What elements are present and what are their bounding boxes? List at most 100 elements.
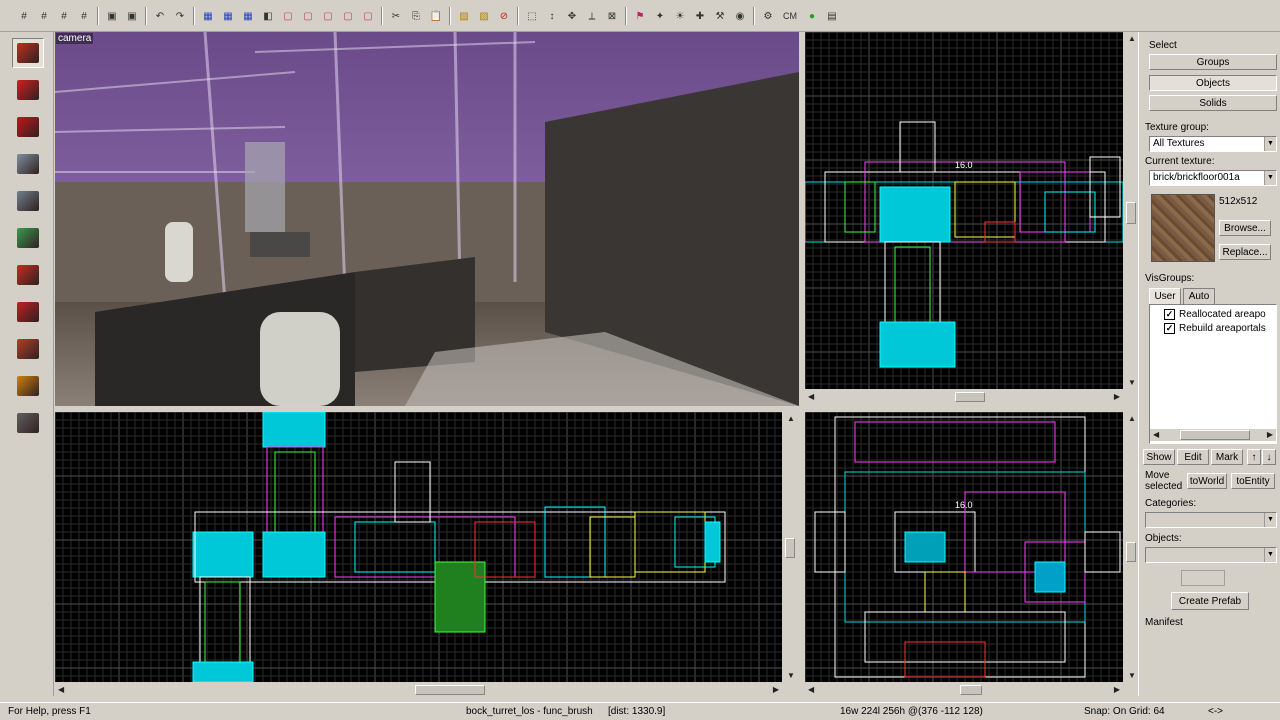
hide-icon[interactable]: ▢ xyxy=(340,8,356,24)
clip-tool-icon[interactable]: ✚ xyxy=(692,8,708,24)
current-texture-select[interactable]: brick/brickfloor001a ▼ xyxy=(1149,170,1277,186)
map-brush xyxy=(334,516,516,578)
top-right-2d-viewport[interactable]: 16.0 xyxy=(805,32,1123,389)
texture-lock-icon[interactable]: ▨ xyxy=(456,8,472,24)
bottom-left-vertical-scrollbar[interactable]: ▲ ▼ xyxy=(784,412,796,682)
select-label: Select xyxy=(1149,40,1177,51)
objects-select[interactable]: ▼ xyxy=(1145,547,1277,563)
carve-icon[interactable]: ▣ xyxy=(124,8,140,24)
redo-icon[interactable]: ↷ xyxy=(172,8,188,24)
bottom-left-2d-viewport[interactable] xyxy=(55,412,782,682)
sprite-icon[interactable]: ✦ xyxy=(652,8,668,24)
hide-icon[interactable]: ▢ xyxy=(280,8,296,24)
grid-icon[interactable]: # xyxy=(16,8,32,24)
grid-icon[interactable]: # xyxy=(56,8,72,24)
carve-icon[interactable]: ▣ xyxy=(104,8,120,24)
run-icon[interactable]: ● xyxy=(804,8,820,24)
grid-icon[interactable]: # xyxy=(36,8,52,24)
toolbar-separator xyxy=(97,7,99,25)
move-down-icon[interactable]: ↓ xyxy=(1262,449,1276,465)
manifest-icon[interactable]: ▤ xyxy=(824,8,840,24)
camera-viewport[interactable]: camera xyxy=(55,32,799,406)
bottom-left-horizontal-scrollbar[interactable]: ◀ ▶ xyxy=(55,684,782,696)
texture-lock-icon[interactable]: ▨ xyxy=(476,8,492,24)
visgroup-item[interactable]: ✓ Rebuild areaportals xyxy=(1164,323,1266,334)
solids-button[interactable]: Solids xyxy=(1149,95,1277,111)
texture-group-select[interactable]: All Textures ▼ xyxy=(1149,136,1277,152)
dropdown-arrow-icon: ▼ xyxy=(1264,513,1276,527)
hide-icon[interactable]: ▢ xyxy=(320,8,336,24)
cordon-icon[interactable]: ⊠ xyxy=(604,8,620,24)
flag-icon[interactable]: ⚑ xyxy=(632,8,648,24)
visgroups-horizontal-scrollbar[interactable]: ◀ ▶ xyxy=(1150,429,1276,441)
clip-icon[interactable]: ⟂ xyxy=(584,8,600,24)
settings-icon[interactable]: ⚙ xyxy=(760,8,776,24)
ungroup-icon[interactable]: ◧ xyxy=(260,8,276,24)
object-properties-panel: Select Groups Objects Solids Texture gro… xyxy=(1138,32,1280,696)
top-right-vertical-scrollbar[interactable]: ▲ ▼ xyxy=(1125,32,1137,389)
select-icon[interactable]: ⬚ xyxy=(524,8,540,24)
to-world-button[interactable]: toWorld xyxy=(1187,473,1227,489)
view-scale-label: 16.0 xyxy=(955,160,973,170)
categories-select[interactable]: ▼ xyxy=(1145,512,1277,528)
bottom-right-vertical-scrollbar[interactable]: ▲ ▼ xyxy=(1125,412,1137,682)
hide-icon[interactable]: ▢ xyxy=(300,8,316,24)
camera-render xyxy=(55,32,799,406)
arrow-icon[interactable]: ↕ xyxy=(544,8,560,24)
camera-view-label: camera xyxy=(56,33,94,44)
overlay-tool-icon[interactable] xyxy=(12,334,44,364)
magnify-tool-icon[interactable] xyxy=(12,75,44,105)
mark-button[interactable]: Mark xyxy=(1211,449,1243,465)
grid-icon[interactable]: # xyxy=(76,8,92,24)
bottom-right-horizontal-scrollbar[interactable]: ◀ ▶ xyxy=(805,684,1123,696)
vertex-tool-icon[interactable] xyxy=(12,408,44,438)
texture-tool-icon[interactable] xyxy=(12,223,44,253)
bottom-left-map-drawing xyxy=(55,412,782,682)
decal-tool-shape xyxy=(17,302,39,322)
replace-button[interactable]: Replace... xyxy=(1219,244,1271,260)
bottom-right-2d-viewport[interactable]: 16.0 xyxy=(805,412,1123,682)
map-brush xyxy=(262,412,326,448)
edit-button[interactable]: Edit xyxy=(1177,449,1209,465)
create-prefab-button[interactable]: Create Prefab xyxy=(1171,592,1249,610)
hammer-editor-window: # # # # ▣ ▣ ↶ ↷ ▦ ▦ ▦ ◧ ▢ ▢ ▢ ▢ ▢ ✂ ⎘ 📋 ▨ ▨ ⊘ ⬚ ↕ ✥ ⟂ ⊠ ⚑ ✦ ☀ ✚ ⚒ ◉ ⚙ CM ● ▤ xyxy=(0,0,1280,720)
texture-preview-thumbnail[interactable] xyxy=(1151,194,1215,262)
entity-tool-icon[interactable] xyxy=(12,149,44,179)
clipping-tool-icon[interactable] xyxy=(12,371,44,401)
map-brush xyxy=(192,531,254,578)
checkbox-checked-icon[interactable]: ✓ xyxy=(1164,309,1175,320)
top-right-horizontal-scrollbar[interactable]: ◀ ▶ xyxy=(805,391,1123,403)
apply-texture-icon[interactable] xyxy=(12,260,44,290)
cm-button[interactable]: CM xyxy=(780,8,800,24)
toolbar-separator xyxy=(193,7,195,25)
decal-tool-icon[interactable] xyxy=(12,297,44,327)
group-icon[interactable]: ▦ xyxy=(200,8,216,24)
hide-icon[interactable]: ▢ xyxy=(360,8,376,24)
block-tool-icon[interactable] xyxy=(12,186,44,216)
light-icon[interactable]: ☀ xyxy=(672,8,688,24)
tab-auto[interactable]: Auto xyxy=(1183,288,1215,304)
checkbox-checked-icon[interactable]: ✓ xyxy=(1164,323,1175,334)
cut-icon[interactable]: ✂ xyxy=(388,8,404,24)
group-icon[interactable]: ▦ xyxy=(240,8,256,24)
visgroup-item[interactable]: ✓ Reallocated areapo xyxy=(1164,309,1266,320)
prefab-count-stepper[interactable] xyxy=(1181,570,1225,586)
vertex-icon[interactable]: ✥ xyxy=(564,8,580,24)
hammer-icon[interactable]: ⚒ xyxy=(712,8,728,24)
group-icon[interactable]: ▦ xyxy=(220,8,236,24)
no-entry-icon[interactable]: ⊘ xyxy=(496,8,512,24)
paste-icon[interactable]: 📋 xyxy=(428,8,444,24)
undo-icon[interactable]: ↶ xyxy=(152,8,168,24)
browse-button[interactable]: Browse... xyxy=(1219,220,1271,236)
objects-button[interactable]: Objects xyxy=(1149,75,1277,91)
move-up-icon[interactable]: ↑ xyxy=(1247,449,1261,465)
show-button[interactable]: Show xyxy=(1143,449,1175,465)
to-entity-button[interactable]: toEntity xyxy=(1231,473,1275,489)
copy-icon[interactable]: ⎘ xyxy=(408,8,424,24)
toolbar-separator xyxy=(449,7,451,25)
camera-icon[interactable]: ◉ xyxy=(732,8,748,24)
selection-tool-icon[interactable] xyxy=(12,38,44,68)
camera-tool-icon[interactable] xyxy=(12,112,44,142)
groups-button[interactable]: Groups xyxy=(1149,54,1277,70)
tab-user[interactable]: User xyxy=(1149,288,1181,304)
